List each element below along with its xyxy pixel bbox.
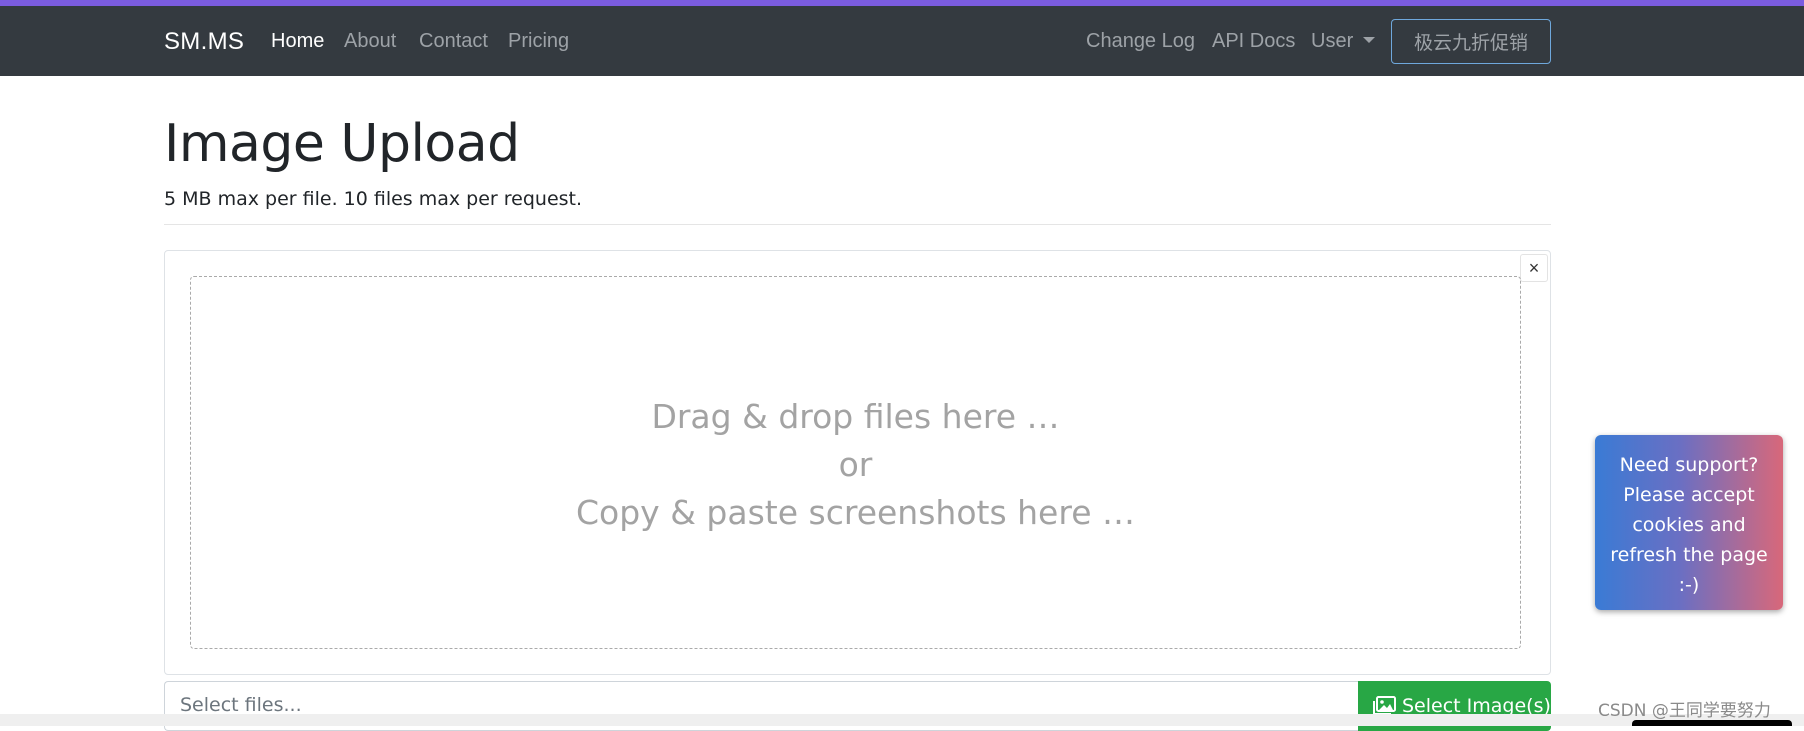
- nav-about[interactable]: About: [344, 30, 396, 53]
- promo-button[interactable]: 极云九折促销: [1391, 19, 1551, 64]
- nav-home[interactable]: Home: [271, 30, 324, 53]
- nav-pricing[interactable]: Pricing: [508, 30, 569, 53]
- support-popup[interactable]: Need support? Please accept cookies and …: [1595, 435, 1783, 610]
- dropzone-or-text: or: [838, 445, 873, 484]
- support-text-line: Please accept: [1623, 484, 1755, 506]
- brand-logo[interactable]: SM.MS: [164, 28, 244, 56]
- images-icon: [1373, 696, 1396, 715]
- nav-contact[interactable]: Contact: [419, 30, 488, 53]
- close-icon: ×: [1528, 257, 1540, 278]
- divider: [164, 224, 1551, 225]
- nav-api-docs[interactable]: API Docs: [1212, 30, 1295, 53]
- user-dropdown-label: User: [1311, 30, 1354, 52]
- close-button[interactable]: ×: [1520, 254, 1548, 282]
- caret-down-icon: [1363, 37, 1376, 43]
- nav-change-log[interactable]: Change Log: [1086, 30, 1195, 53]
- dropzone-drag-text: Drag & drop files here …: [651, 397, 1060, 436]
- support-text-line: Need support?: [1619, 454, 1759, 476]
- bottom-strip: [0, 714, 1804, 726]
- support-text-line: :-): [1678, 574, 1700, 596]
- watermark: CSDN @王同学要努力: [1598, 701, 1771, 721]
- dropzone-paste-text: Copy & paste screenshots here …: [576, 493, 1135, 532]
- upload-limits-text: 5 MB max per file. 10 files max per requ…: [164, 188, 583, 210]
- support-text-line: cookies and: [1632, 514, 1746, 536]
- page-title: Image Upload: [164, 114, 520, 174]
- navbar: SM.MS Home About Contact Pricing Change …: [0, 6, 1804, 76]
- support-text-line: refresh the page: [1610, 544, 1768, 566]
- nav-user-dropdown[interactable]: User: [1311, 30, 1376, 53]
